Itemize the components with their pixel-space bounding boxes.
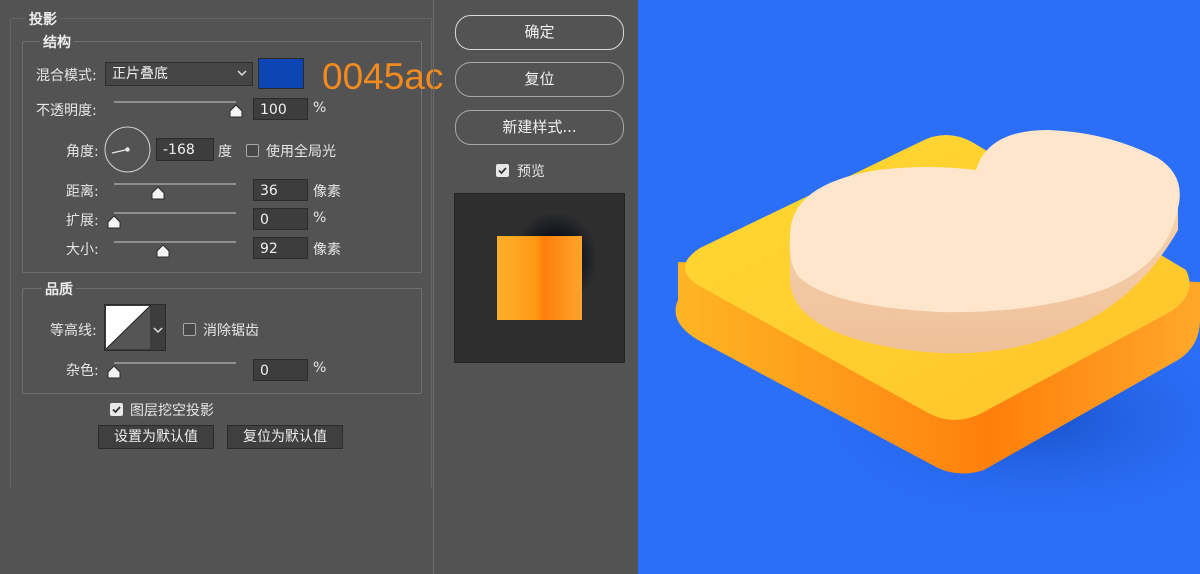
distance-slider-track[interactable] bbox=[114, 183, 236, 185]
opacity-input[interactable]: 100 bbox=[253, 98, 308, 120]
anti-alias-checkbox[interactable] bbox=[183, 323, 196, 336]
noise-input[interactable]: 0 bbox=[253, 359, 308, 381]
blend-mode-select[interactable]: 正片叠底 bbox=[105, 62, 253, 86]
spread-input[interactable]: 0 bbox=[253, 208, 308, 230]
quality-legend: 品质 bbox=[42, 279, 76, 299]
angle-unit: 度 bbox=[218, 144, 232, 160]
cloud-base-illustration bbox=[675, 130, 1200, 540]
opacity-unit: % bbox=[313, 100, 327, 116]
contour-linear-icon bbox=[105, 305, 151, 350]
new-style-button[interactable]: 新建样式... bbox=[455, 110, 624, 145]
chevron-down-icon bbox=[237, 66, 247, 85]
preview-label: 预览 bbox=[517, 164, 545, 180]
distance-unit: 像素 bbox=[313, 184, 341, 200]
noise-label: 杂色: bbox=[66, 363, 99, 379]
preview-thumbnail bbox=[454, 193, 625, 363]
angle-dial[interactable] bbox=[104, 126, 151, 173]
design-canvas bbox=[638, 0, 1200, 574]
spread-label: 扩展: bbox=[66, 213, 99, 229]
blend-mode-label: 混合模式: bbox=[36, 68, 97, 84]
preview-swatch bbox=[497, 236, 582, 320]
opacity-label: 不透明度: bbox=[36, 103, 97, 119]
distance-input[interactable]: 36 bbox=[253, 179, 308, 201]
chevron-down-icon bbox=[153, 321, 163, 340]
spread-slider-track[interactable] bbox=[114, 212, 236, 214]
opacity-slider-track[interactable] bbox=[114, 101, 236, 103]
preview-checkbox[interactable] bbox=[496, 164, 509, 177]
global-light-label: 使用全局光 bbox=[266, 144, 336, 160]
ok-button[interactable]: 确定 bbox=[455, 15, 624, 50]
reset-default-button[interactable]: 复位为默认值 bbox=[227, 425, 343, 449]
size-slider-track[interactable] bbox=[114, 241, 236, 243]
set-default-button[interactable]: 设置为默认值 bbox=[98, 425, 214, 449]
size-input[interactable]: 92 bbox=[253, 237, 308, 259]
global-light-checkbox[interactable] bbox=[246, 144, 259, 157]
angle-label: 角度: bbox=[66, 144, 99, 160]
anti-alias-label: 消除锯齿 bbox=[203, 323, 259, 339]
layer-style-dialog: 投影 结构 混合模式: 正片叠底 0045ac 不透明度: 100 % 角度: … bbox=[0, 0, 638, 574]
structure-legend: 结构 bbox=[40, 32, 74, 52]
spread-unit: % bbox=[313, 210, 327, 226]
shadow-color-swatch[interactable] bbox=[258, 58, 304, 89]
section-title: 投影 bbox=[26, 9, 60, 29]
angle-input[interactable]: -168 bbox=[156, 138, 214, 161]
blend-mode-value: 正片叠底 bbox=[112, 66, 168, 82]
size-label: 大小: bbox=[66, 242, 99, 258]
size-unit: 像素 bbox=[313, 242, 341, 258]
knockout-label: 图层挖空投影 bbox=[130, 403, 214, 419]
reset-button[interactable]: 复位 bbox=[455, 62, 624, 97]
distance-label: 距离: bbox=[66, 184, 99, 200]
contour-picker[interactable] bbox=[104, 304, 166, 351]
knockout-checkbox[interactable] bbox=[110, 403, 123, 416]
contour-label: 等高线: bbox=[50, 323, 97, 339]
panel-divider bbox=[433, 0, 434, 574]
noise-unit: % bbox=[313, 360, 327, 376]
hex-color-annotation: 0045ac bbox=[322, 56, 444, 97]
noise-slider-track[interactable] bbox=[114, 362, 236, 364]
